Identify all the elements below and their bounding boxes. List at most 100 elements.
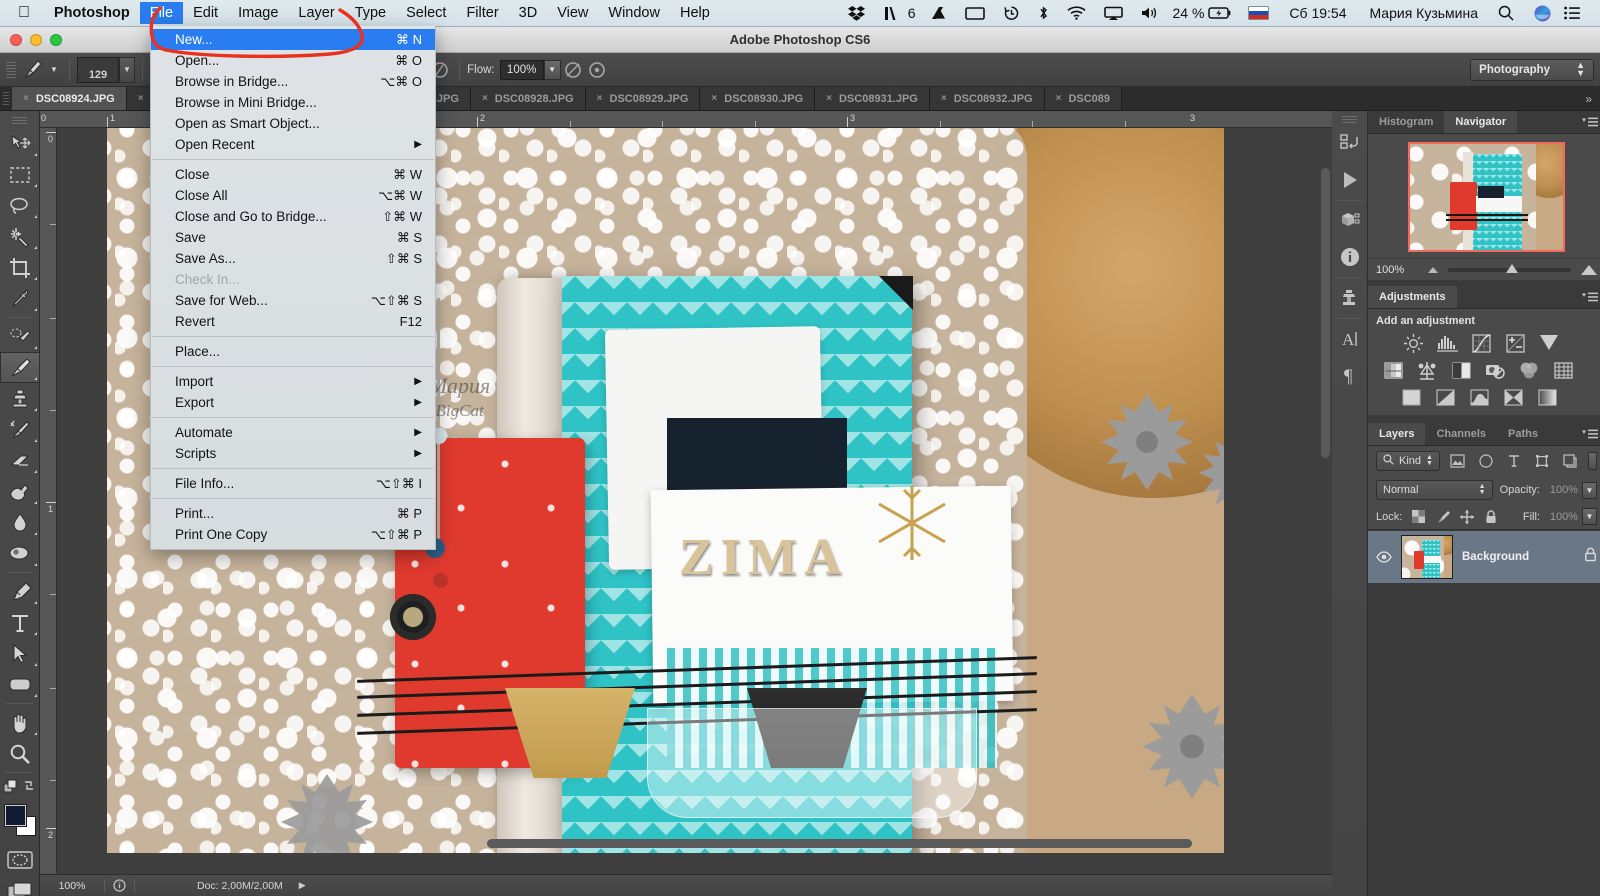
color-balance-icon[interactable] (1416, 360, 1438, 380)
crop-tool[interactable] (0, 252, 40, 283)
tab-close-icon-8[interactable]: × (941, 93, 947, 104)
window-zoom-button[interactable] (50, 33, 62, 46)
menu-item-browse-in-bridge[interactable]: Browse in Bridge... ⌥⌘ O (151, 71, 435, 92)
history-brush-tool[interactable] (0, 414, 40, 445)
window-close-button[interactable] (10, 33, 22, 46)
tab-close-icon-4[interactable]: × (482, 93, 488, 104)
filter-adjustment-layers-icon[interactable] (1476, 451, 1496, 471)
menu-item-close[interactable]: Close ⌘ W (151, 164, 435, 185)
foreground-color-swatch[interactable] (5, 805, 26, 826)
menubar-item-select[interactable]: Select (396, 2, 456, 24)
navigator-thumbnail-area[interactable] (1368, 134, 1600, 258)
menu-item-export[interactable]: Export ▶ (151, 392, 435, 413)
tab-channels[interactable]: Channels (1425, 423, 1497, 445)
fill-caret[interactable]: ▼ (1581, 508, 1597, 525)
tab-close-icon-6[interactable]: × (711, 93, 717, 104)
clone-stamp-tool[interactable] (0, 383, 40, 414)
document-tab-8[interactable]: × DSC08932.JPG (929, 87, 1045, 110)
zoom-out-small-icon[interactable] (1428, 266, 1438, 273)
table-row[interactable]: Background (1368, 530, 1600, 584)
document-tab-6[interactable]: × DSC08930.JPG (700, 87, 816, 110)
move-tool[interactable] (0, 128, 40, 159)
rectangular-marquee-tool[interactable] (0, 159, 40, 190)
brush-preset-dropdown[interactable]: ▼ (46, 62, 62, 78)
gradient-map-icon[interactable] (1536, 387, 1558, 407)
adobe-cc-icon[interactable] (874, 0, 907, 27)
menubar-clock[interactable]: Сб 19:54 (1280, 5, 1355, 21)
filter-pixel-layers-icon[interactable] (1448, 451, 1468, 471)
menubar-item-type[interactable]: Type (345, 2, 396, 24)
airbrush-icon[interactable] (585, 58, 609, 82)
black-white-icon[interactable] (1450, 360, 1472, 380)
paragraph-panel-icon[interactable]: ¶ (1332, 357, 1368, 393)
navigator-thumbnail[interactable] (1407, 142, 1565, 252)
menubar-item-window[interactable]: Window (598, 2, 670, 24)
display-icon[interactable] (956, 0, 994, 27)
lock-position-icon[interactable] (1459, 509, 1474, 524)
menu-item-revert[interactable]: Revert F12 (151, 311, 435, 332)
default-colors-and-swap-icons[interactable] (0, 776, 40, 798)
brush-tool-icon[interactable] (20, 58, 46, 82)
tablet-pressure-size-icon[interactable] (561, 58, 585, 82)
color-lookup-icon[interactable] (1552, 360, 1574, 380)
tab-close-icon-9[interactable]: × (1056, 93, 1062, 104)
invert-icon[interactable] (1400, 387, 1422, 407)
layers-panel-menu-icon[interactable] (1575, 423, 1600, 445)
menubar-item-image[interactable]: Image (228, 2, 288, 24)
filter-smart-objects-icon[interactable] (1560, 451, 1580, 471)
layers-opacity-value[interactable]: 100% (1544, 484, 1578, 496)
screen-mode-icon[interactable] (0, 875, 40, 896)
history-panel-icon[interactable] (1332, 126, 1368, 162)
adjustments-panel-menu-icon[interactable] (1575, 286, 1600, 308)
menu-item-import[interactable]: Import ▶ (151, 371, 435, 392)
icon-dock-gripper[interactable] (1332, 115, 1367, 124)
clone-source-panel-icon[interactable] (1332, 280, 1368, 316)
layers-opacity-caret[interactable]: ▼ (1581, 481, 1597, 499)
path-selection-tool[interactable] (0, 638, 40, 669)
blur-tool[interactable] (0, 507, 40, 538)
tab-close-icon-7[interactable]: × (826, 93, 832, 104)
menu-item-place[interactable]: Place... (151, 341, 435, 362)
info-panel-icon[interactable] (1332, 239, 1368, 275)
eye-visibility-icon[interactable] (1376, 549, 1392, 565)
actions-panel-icon[interactable] (1332, 162, 1368, 198)
zoom-in-large-icon[interactable] (1580, 264, 1597, 275)
spot-healing-brush-tool[interactable] (0, 321, 40, 352)
menu-item-save-as[interactable]: Save As... ⇧⌘ S (151, 248, 435, 269)
tab-layers[interactable]: Layers (1368, 423, 1426, 445)
menubar-item-3d[interactable]: 3D (509, 2, 548, 24)
status-expand-arrow-icon[interactable]: ▶ (283, 880, 306, 891)
canvas-vertical-scrollbar[interactable] (1321, 168, 1330, 458)
quick-mask-mode-icon[interactable] (0, 844, 40, 875)
file-menu-dropdown[interactable]: New... ⌘ N Open... ⌘ O Browse in Bridge.… (150, 26, 436, 550)
time-machine-icon[interactable] (994, 0, 1029, 27)
character-panel-icon[interactable]: A (1332, 321, 1368, 357)
filter-shape-layers-icon[interactable] (1532, 451, 1552, 471)
wifi-icon[interactable] (1058, 0, 1095, 27)
tab-paths[interactable]: Paths (1497, 423, 1549, 445)
eraser-tool[interactable] (0, 445, 40, 476)
menu-item-new[interactable]: New... ⌘ N (151, 29, 435, 50)
google-drive-icon[interactable] (922, 0, 956, 27)
channel-mixer-icon[interactable] (1518, 360, 1540, 380)
menubar-item-file[interactable]: File (139, 2, 184, 24)
tab-adjustments[interactable]: Adjustments (1368, 286, 1457, 308)
tab-close-icon-5[interactable]: × (597, 93, 603, 104)
document-tab-4[interactable]: × DSC08928.JPG (470, 87, 586, 110)
menu-item-scripts[interactable]: Scripts ▶ (151, 443, 435, 464)
selective-color-icon[interactable] (1502, 387, 1524, 407)
tab-bar-gripper[interactable] (0, 87, 12, 110)
hand-tool[interactable] (0, 707, 40, 738)
menu-item-print[interactable]: Print... ⌘ P (151, 503, 435, 524)
navigator-zoom-slider[interactable] (1448, 263, 1571, 273)
menubar-item-edit[interactable]: Edit (183, 2, 228, 24)
menu-item-file-info[interactable]: File Info... ⌥⇧⌘ I (151, 473, 435, 494)
menubar-item-help[interactable]: Help (670, 2, 720, 24)
menu-item-open[interactable]: Open... ⌘ O (151, 50, 435, 71)
3d-panel-icon[interactable] (1332, 203, 1368, 239)
battery-charging-icon[interactable] (1207, 0, 1237, 27)
color-swatches[interactable] (0, 802, 40, 844)
workspace-selector[interactable]: Photography ▲ ▼ (1470, 58, 1594, 81)
lock-transparent-pixels-icon[interactable] (1411, 509, 1426, 524)
tools-panel-gripper[interactable] (0, 115, 39, 125)
